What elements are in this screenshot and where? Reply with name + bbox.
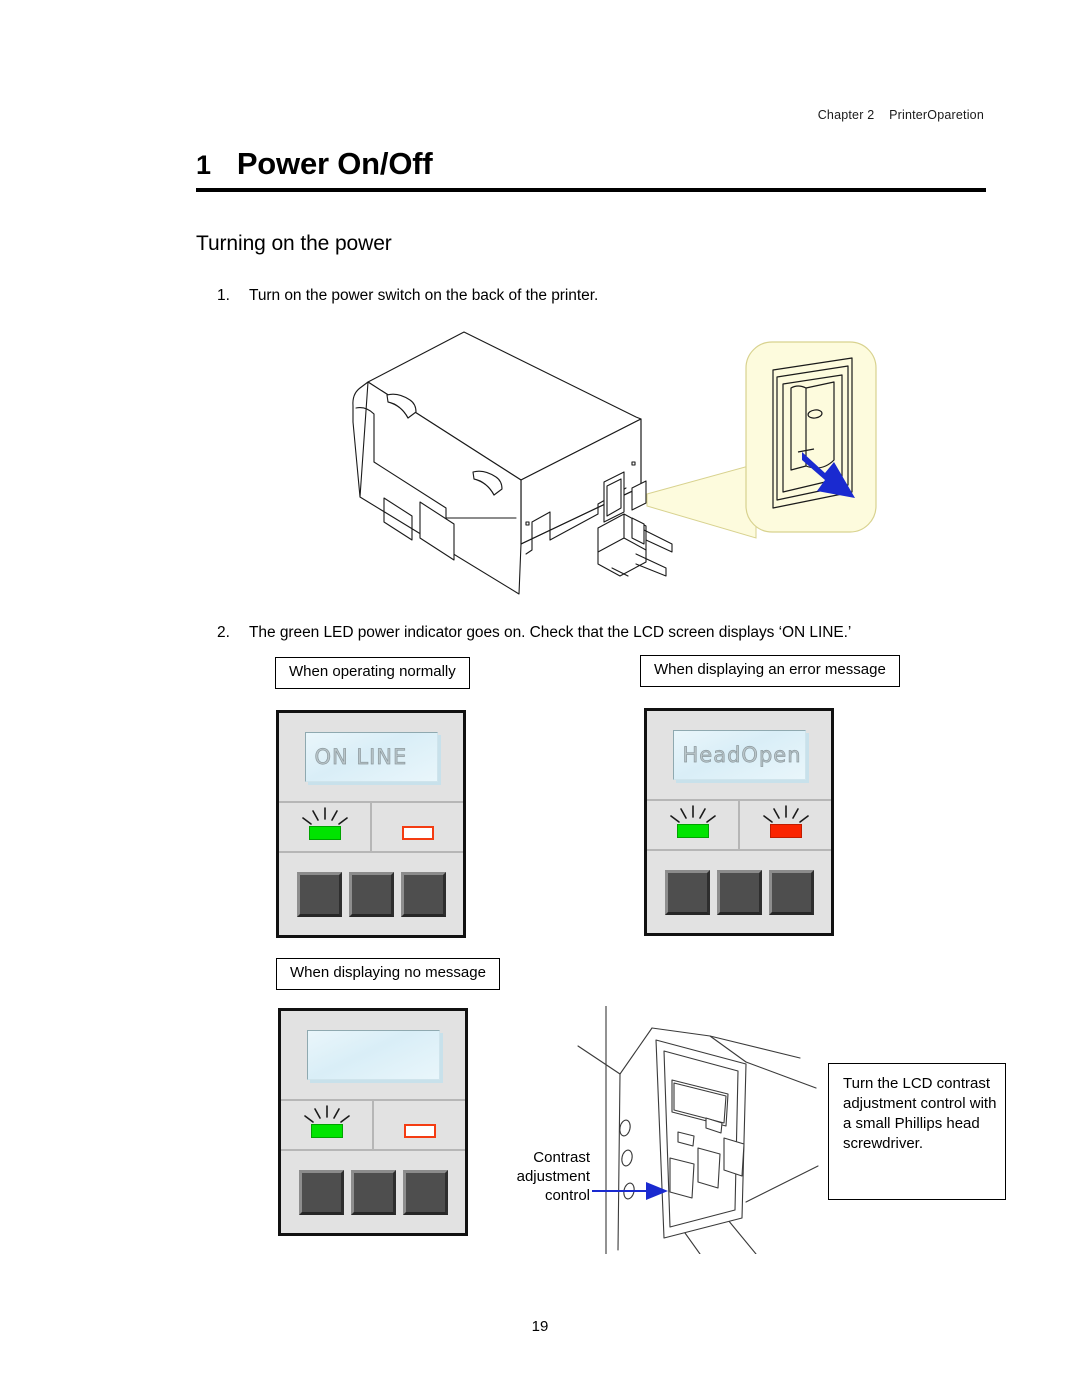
panel-button-2[interactable] bbox=[350, 1169, 396, 1215]
green-power-led bbox=[308, 826, 341, 840]
green-power-led bbox=[310, 1124, 343, 1138]
contrast-control-figure bbox=[560, 1005, 830, 1255]
led-area bbox=[647, 799, 831, 851]
led-cell-power bbox=[279, 803, 370, 851]
document-page: Chapter 2 PrinterOparetion 1 Power On/Of… bbox=[0, 0, 1080, 1397]
red-error-led bbox=[401, 826, 434, 840]
red-error-led bbox=[769, 824, 802, 838]
contrast-pointer-arrow bbox=[592, 1182, 668, 1200]
lcd-screen: ON LINE bbox=[304, 732, 438, 782]
page-title: 1 Power On/Off bbox=[196, 146, 986, 192]
led-cell-power bbox=[281, 1101, 372, 1149]
lcd-area: ON LINE bbox=[279, 713, 463, 801]
title-rule bbox=[196, 188, 986, 192]
section-heading: Turning on the power bbox=[196, 232, 392, 255]
panel-button-1[interactable] bbox=[296, 871, 342, 917]
led-area bbox=[279, 801, 463, 853]
contrast-note-box: Turn the LCD contrast adjustment control… bbox=[828, 1063, 1006, 1200]
contrast-label-line-1: Contrast bbox=[533, 1149, 590, 1166]
contrast-label-line-3: control bbox=[544, 1187, 590, 1205]
callout-cone bbox=[646, 463, 757, 539]
led-cell-error bbox=[738, 801, 831, 849]
operator-panel-normal: ON LINE bbox=[276, 710, 466, 938]
lcd-text: HeadOpen bbox=[682, 743, 802, 768]
panel-button-3[interactable] bbox=[768, 869, 814, 915]
lcd-area bbox=[281, 1011, 465, 1099]
contrast-label-line-2: adjustment bbox=[516, 1168, 590, 1186]
step-1: 1. Turn on the power switch on the back … bbox=[217, 286, 598, 307]
lcd-area: HeadOpen bbox=[647, 711, 831, 799]
lcd-text: ON LINE bbox=[314, 745, 408, 770]
led-cell-power bbox=[647, 801, 738, 849]
contrast-control-label: Contrast adjustment control bbox=[470, 1148, 590, 1206]
led-cell-error bbox=[372, 1101, 465, 1149]
running-header: Chapter 2 PrinterOparetion bbox=[817, 108, 984, 122]
page-title-text: Power On/Off bbox=[236, 146, 433, 181]
panel-button-1[interactable] bbox=[664, 869, 710, 915]
control-panel-illustration bbox=[577, 1005, 819, 1255]
page-title-number: 1 bbox=[196, 150, 211, 180]
button-row bbox=[647, 851, 831, 933]
panel-button-2[interactable] bbox=[348, 871, 394, 917]
printer-rear-view-figure bbox=[336, 322, 886, 614]
operator-panel-error: HeadOpen bbox=[644, 708, 834, 936]
green-power-led bbox=[676, 824, 709, 838]
printer-illustration bbox=[352, 331, 877, 595]
red-error-led bbox=[403, 1124, 436, 1138]
led-cell-error bbox=[370, 803, 463, 851]
step-2-number: 2. bbox=[217, 624, 230, 641]
page-number: 19 bbox=[531, 1318, 549, 1335]
button-row bbox=[281, 1151, 465, 1233]
button-row bbox=[279, 853, 463, 935]
lcd-screen bbox=[306, 1030, 440, 1080]
panel-button-2[interactable] bbox=[716, 869, 762, 915]
step-2: 2. The green LED power indicator goes on… bbox=[217, 623, 977, 644]
panel-button-3[interactable] bbox=[402, 1169, 448, 1215]
caption-operating-normally: When operating normally bbox=[275, 657, 470, 689]
caption-no-message: When displaying no message bbox=[276, 958, 500, 990]
step-2-text: The green LED power indicator goes on. C… bbox=[249, 624, 852, 641]
operator-panel-no-message bbox=[278, 1008, 468, 1236]
caption-error-message: When displaying an error message bbox=[640, 655, 900, 687]
panel-button-1[interactable] bbox=[298, 1169, 344, 1215]
lcd-screen: HeadOpen bbox=[672, 730, 806, 780]
step-1-number: 1. bbox=[217, 287, 230, 304]
panel-button-3[interactable] bbox=[400, 871, 446, 917]
led-area bbox=[281, 1099, 465, 1151]
step-1-text: Turn on the power switch on the back of … bbox=[249, 287, 599, 304]
